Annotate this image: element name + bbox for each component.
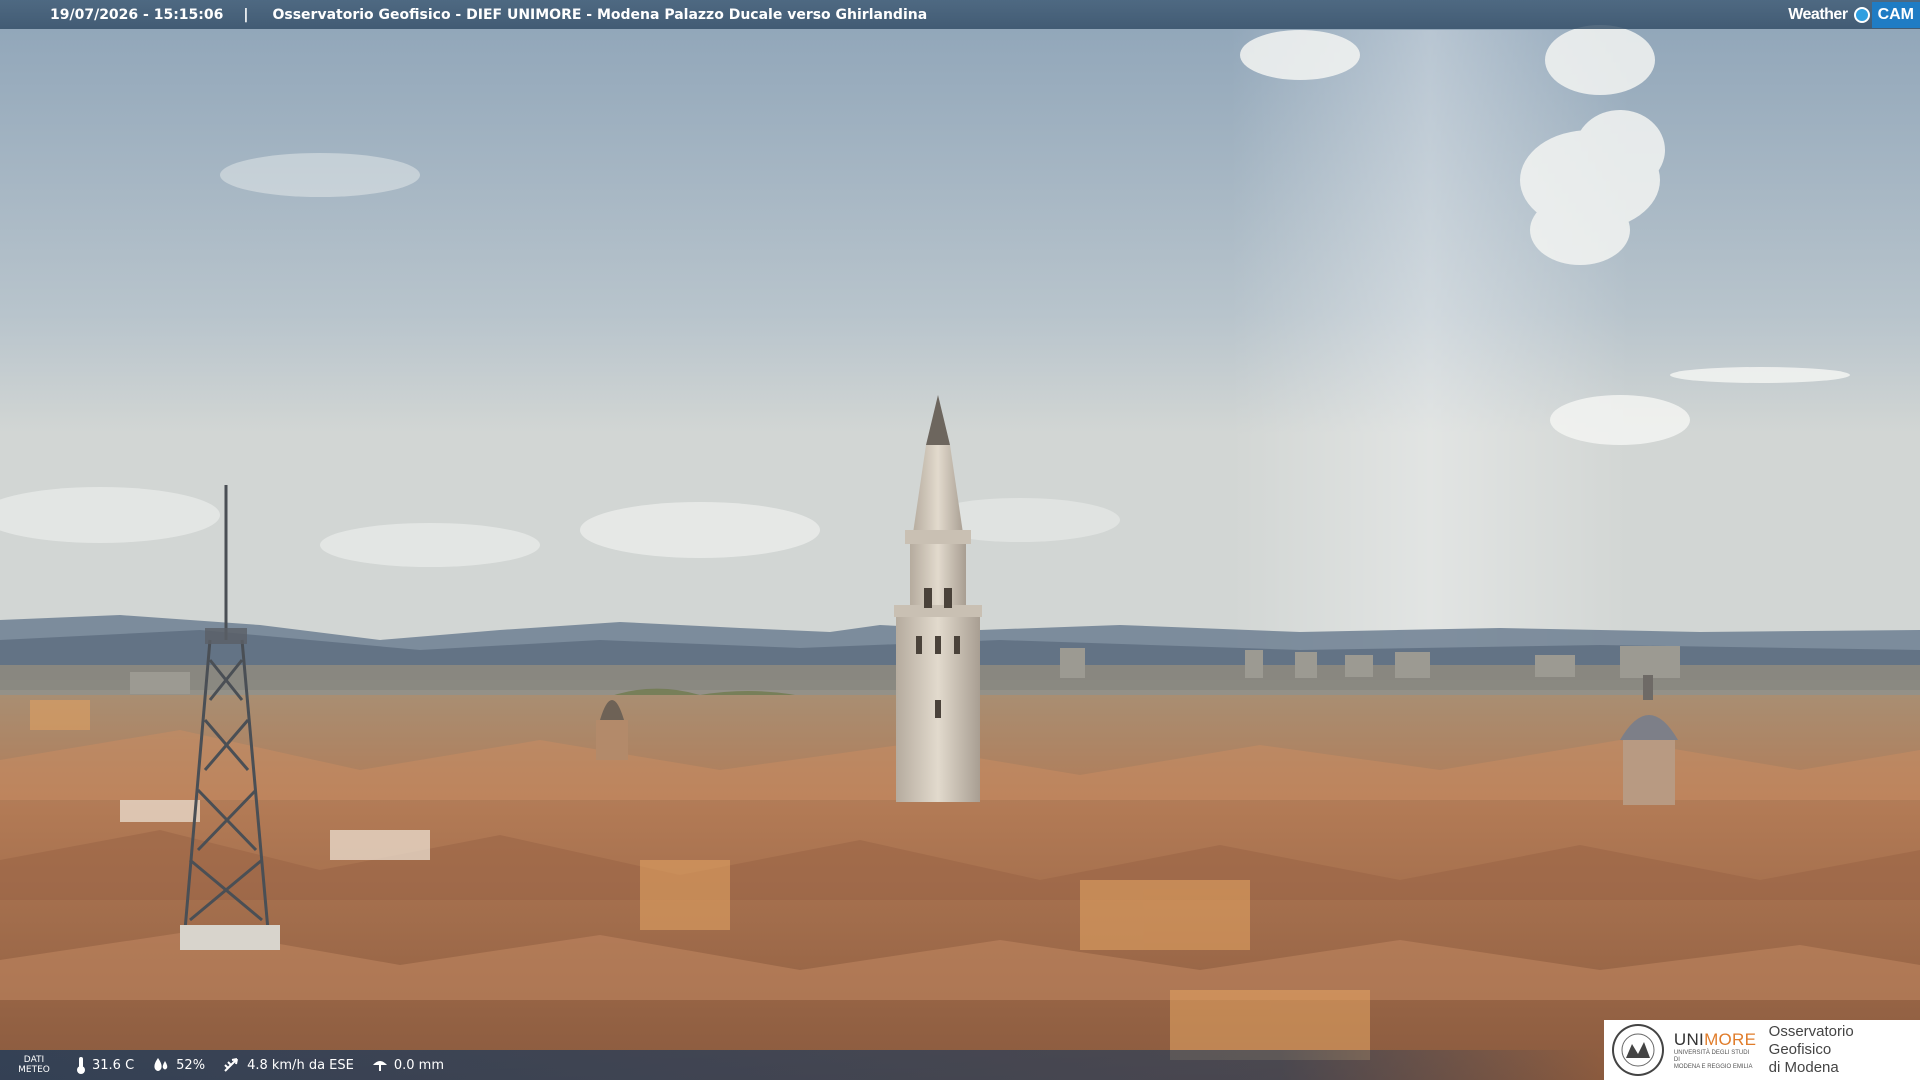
meteo-label: DATI METEO xyxy=(10,1055,58,1075)
thermometer-icon xyxy=(77,1057,85,1074)
top-caption-bar: 19/07/2026 - 15:15:06 | Osservatorio Geo… xyxy=(0,0,1920,29)
unimore-wordmark: UNIMORE UNIVERSITÀ DEGLI STUDI DI MODENA… xyxy=(1674,1030,1757,1071)
weathercam-word: Weather xyxy=(1788,5,1848,23)
weathercam-cam: CAM xyxy=(1871,1,1920,28)
observatory-line1: Osservatorio Geofisico xyxy=(1768,1023,1854,1058)
meteo-label-line2: METEO xyxy=(18,1065,50,1075)
meteo-label-line1: DATI xyxy=(23,1055,45,1065)
camera-title: Osservatorio Geofisico - DIEF UNIMORE - … xyxy=(272,6,928,23)
unimore-name-part1: UNI xyxy=(1673,1029,1705,1049)
temperature-reading: 31.6 C xyxy=(76,1056,134,1074)
weathercam-dot-icon xyxy=(1853,6,1870,23)
wind-value: 4.8 km/h da ESE xyxy=(247,1057,354,1073)
caption-separator: | xyxy=(243,6,249,23)
unimore-name: UNIMORE xyxy=(1674,1030,1757,1050)
rain-icon xyxy=(372,1061,387,1071)
humidity-reading: 52% xyxy=(152,1057,205,1073)
humidity-icon xyxy=(154,1058,168,1071)
unimore-logo-block: UNIMORE UNIVERSITÀ DEGLI STUDI DI MODENA… xyxy=(1604,1020,1920,1080)
webcam-scene xyxy=(0,0,1920,1080)
unimore-sub-line2: MODENA E REGGIO EMILIA xyxy=(1673,1063,1753,1070)
weathercam-logo: Weather CAM xyxy=(1784,0,1920,29)
meteo-bar: DATI METEO 31.6 C 52% 4.8 km/h da ESE 0.… xyxy=(0,1050,1600,1080)
university-seal-icon xyxy=(1612,1024,1664,1076)
timestamp: 19/07/2026 - 15:15:06 xyxy=(50,6,224,23)
rain-value: 0.0 mm xyxy=(393,1057,444,1073)
sun-rays xyxy=(1230,30,1630,650)
humidity-value: 52% xyxy=(176,1057,206,1073)
temperature-value: 31.6 C xyxy=(92,1057,135,1073)
observatory-name: Osservatorio Geofisico di Modena xyxy=(1769,1023,1920,1077)
rain-reading: 0.0 mm xyxy=(372,1057,444,1073)
wind-icon xyxy=(224,1058,239,1072)
unimore-name-part2: MORE xyxy=(1704,1029,1757,1049)
observatory-line2: di Modena xyxy=(1768,1059,1839,1076)
wind-reading: 4.8 km/h da ESE xyxy=(223,1057,354,1073)
unimore-sub-line1: UNIVERSITÀ DEGLI STUDI DI xyxy=(1673,1049,1750,1063)
